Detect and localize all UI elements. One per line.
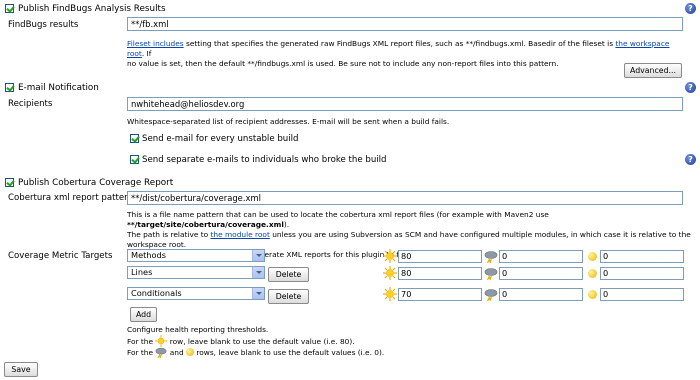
add-button[interactable]: Add bbox=[130, 307, 157, 322]
metric-select-value: Conditionals bbox=[131, 288, 182, 298]
metric-select-value: Methods bbox=[131, 250, 166, 260]
email-help-icon[interactable]: ? bbox=[685, 82, 696, 93]
unstable-icon bbox=[588, 269, 597, 278]
stormy-icon bbox=[484, 289, 498, 301]
email-checkbox[interactable] bbox=[5, 83, 14, 92]
chevron-down-icon bbox=[252, 288, 264, 299]
save-button[interactable]: Save bbox=[4, 362, 38, 377]
cobertura-help-2b: unless you are using Subversion as SCM a… bbox=[269, 230, 691, 239]
unstable-icon bbox=[588, 252, 597, 261]
findbugs-help-part2: . If bbox=[141, 49, 152, 58]
findbugs-results-label: FindBugs results bbox=[8, 20, 79, 30]
sunny-icon bbox=[383, 249, 397, 263]
stormy-threshold-input[interactable]: 0 bbox=[499, 288, 583, 301]
findbugs-help-part1: setting that specifies the generated raw… bbox=[183, 39, 616, 48]
findbugs-title: Publish FindBugs Analysis Results bbox=[18, 4, 166, 14]
findbugs-help-icon[interactable]: ? bbox=[685, 3, 696, 14]
thresh-line2-b: and bbox=[169, 348, 184, 357]
unstable-threshold-input[interactable]: 0 bbox=[600, 250, 684, 263]
metric-targets-label: Coverage Metric Targets bbox=[8, 251, 113, 261]
metric-select-conditionals[interactable]: Conditionals bbox=[127, 287, 265, 300]
separate-label: Send separate e-mails to individuals who… bbox=[142, 155, 387, 165]
cobertura-help-1c: ). bbox=[283, 220, 290, 229]
unstable-checkbox[interactable] bbox=[130, 134, 139, 143]
sunny-threshold-input[interactable]: 70 bbox=[398, 288, 482, 301]
findbugs-results-input[interactable]: **/fb.xml bbox=[127, 17, 683, 31]
sunny-icon bbox=[383, 266, 397, 280]
thresholds-line2: For the and rows, leave blank to use the… bbox=[127, 346, 385, 359]
findbugs-help-line2: no value is set, then the default **/fin… bbox=[127, 59, 559, 68]
email-title: E-mail Notification bbox=[18, 83, 99, 93]
unstable-icon bbox=[588, 290, 597, 299]
thresh-line2-c: rows, leave blank to use the default val… bbox=[196, 348, 385, 357]
module-root-link[interactable]: the module root bbox=[211, 230, 270, 239]
unstable-icon bbox=[186, 348, 195, 356]
unstable-threshold-input[interactable]: 0 bbox=[600, 267, 684, 280]
cobertura-help-3: workspace root. bbox=[127, 240, 187, 249]
findbugs-checkbox[interactable] bbox=[5, 4, 14, 13]
stormy-icon bbox=[484, 268, 498, 280]
cobertura-title: Publish Cobertura Coverage Report bbox=[18, 178, 174, 188]
thresh-line1-b: row, leave blank to use the default valu… bbox=[169, 337, 355, 346]
thresh-line1-a: For the bbox=[127, 337, 154, 346]
pattern-label: Cobertura xml report pattern bbox=[8, 193, 134, 203]
sunny-icon bbox=[383, 287, 397, 301]
sunny-threshold-input[interactable]: 80 bbox=[398, 250, 482, 263]
stormy-threshold-input[interactable]: 0 bbox=[499, 250, 583, 263]
stormy-icon bbox=[155, 347, 167, 359]
metric-select-lines[interactable]: Lines bbox=[127, 266, 265, 279]
findbugs-help-text: Fileset includes setting that specifies … bbox=[127, 39, 687, 69]
separate-checkbox[interactable] bbox=[130, 155, 139, 164]
delete-button[interactable]: Delete bbox=[268, 289, 309, 304]
chevron-down-icon bbox=[252, 267, 264, 278]
advanced-button[interactable]: Advanced... bbox=[624, 63, 682, 78]
metric-select-methods[interactable]: Methods bbox=[127, 249, 265, 262]
unstable-label: Send e-mail for every unstable build bbox=[142, 134, 299, 144]
chevron-down-icon bbox=[252, 250, 264, 261]
thresholds-title: Configure health reporting thresholds. bbox=[127, 325, 269, 334]
cobertura-help-1b: **/target/site/cobertura/coverage.xml bbox=[127, 220, 284, 229]
separate-help-icon[interactable]: ? bbox=[685, 154, 696, 165]
stormy-icon bbox=[484, 251, 498, 263]
recipients-input[interactable]: nwhitehead@heliosdev.org bbox=[127, 97, 683, 111]
sunny-threshold-input[interactable]: 80 bbox=[398, 267, 482, 280]
recipients-label: Recipients bbox=[8, 99, 53, 109]
thresh-line2-a: For the bbox=[127, 348, 154, 357]
stormy-threshold-input[interactable]: 0 bbox=[499, 267, 583, 280]
cobertura-help-2a: The path is relative to bbox=[127, 230, 211, 239]
metric-select-value: Lines bbox=[131, 267, 153, 277]
unstable-threshold-input[interactable]: 0 bbox=[600, 288, 684, 301]
cobertura-help-1a: This is a file name pattern that can be … bbox=[127, 210, 549, 219]
recipients-help: Whitespace-separated list of recipient a… bbox=[127, 117, 450, 126]
delete-button[interactable]: Delete bbox=[268, 267, 309, 282]
fileset-includes-link[interactable]: Fileset includes bbox=[127, 39, 184, 48]
cobertura-checkbox[interactable] bbox=[5, 178, 14, 187]
pattern-input[interactable]: **/dist/cobertura/coverage.xml bbox=[127, 191, 683, 205]
